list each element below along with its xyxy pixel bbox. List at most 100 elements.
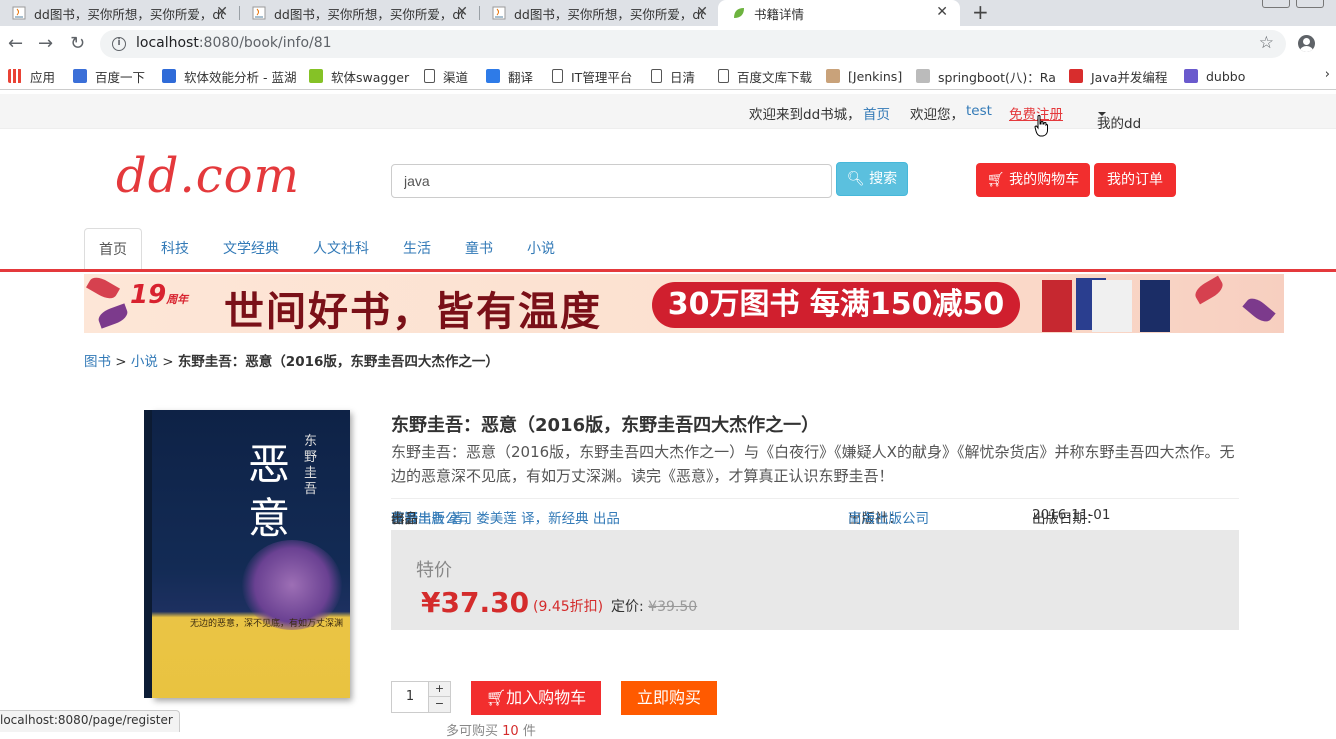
username-link[interactable]: test [966, 103, 992, 119]
java-favicon-icon [12, 6, 26, 20]
back-arrow-icon[interactable]: ← [8, 34, 23, 54]
bookmark-label: 软体swagger [331, 69, 410, 85]
home-link[interactable]: 首页 [863, 103, 890, 123]
browser-tab[interactable]: dd图书，买你所想，买你所爱，dd图书 ✕ [480, 0, 720, 26]
browser-tab[interactable]: dd图书，买你所想，买你所爱，dd图书 ✕ [0, 0, 240, 26]
bookmark-item[interactable]: 应用 [8, 68, 56, 85]
tab-literature[interactable]: 文学经典 [223, 228, 279, 270]
add-to-cart-label: 加入购物车 [506, 688, 587, 707]
bookmark-item[interactable]: 渠道 [424, 68, 468, 85]
tab-life[interactable]: 生活 [403, 228, 431, 270]
account-icon[interactable] [1298, 35, 1315, 52]
anniversary-badge: 19周年 [130, 280, 189, 310]
bookmark-item[interactable]: 软体效能分析 - 蓝湖 [162, 68, 296, 85]
site-logo[interactable]: dd.com [116, 148, 300, 204]
browser-tab-active[interactable]: 书籍详情 ✕ [718, 0, 960, 26]
bookmark-item[interactable]: 百度一下 [73, 68, 145, 85]
add-to-cart-button[interactable]: 🛒︎加入购物车 [471, 681, 601, 715]
book-cover: 恶意 东野圭吾 无边的恶意，深不见底，有如万丈深渊 [144, 410, 350, 698]
dubbo-icon [1184, 69, 1198, 83]
bookmark-star-icon[interactable]: ☆ [1259, 33, 1274, 53]
tab-title: dd图书，买你所想，买你所爱，dd图书 [274, 6, 464, 22]
tab-novel[interactable]: 小说 [527, 228, 555, 270]
page-icon [651, 69, 662, 83]
publisher-link[interactable]: 南海出版公司 [848, 507, 929, 527]
bookmark-label: 日清 [670, 69, 696, 85]
page-icon [424, 69, 435, 83]
bookmark-item[interactable]: 日清 [651, 68, 696, 85]
breadcrumb-root[interactable]: 图书 [84, 354, 111, 370]
bookmark-item[interactable]: 软体swagger [309, 68, 410, 85]
increment-icon[interactable]: + [428, 682, 450, 697]
bookmark-item[interactable]: [Jenkins] [826, 68, 902, 84]
address-bar[interactable]: i localhost:8080/book/info/81 ☆ [100, 30, 1286, 58]
search-icon: 🔍︎ [846, 171, 865, 187]
promo-banner[interactable]: 19周年 世间好书，皆有温度 30万图书 每满150减50 [84, 274, 1284, 333]
browser-tab[interactable]: dd图书，买你所想，买你所爱，dd图书 ✕ [240, 0, 480, 26]
list-price-value: ¥39.50 [648, 599, 698, 615]
more-bookmarks-icon[interactable]: › [1325, 67, 1330, 82]
breadcrumb-separator: > [157, 354, 178, 370]
info-icon[interactable]: i [112, 37, 126, 51]
bookmark-item[interactable]: springboot(八)：Ra [916, 68, 1056, 85]
close-tab-icon[interactable]: ✕ [216, 4, 228, 20]
tab-tech[interactable]: 科技 [161, 228, 189, 270]
cover-tree-illustration [242, 540, 342, 630]
tab-children[interactable]: 童书 [465, 228, 493, 270]
bookmark-item[interactable]: IT管理平台 [552, 68, 633, 85]
new-tab-icon[interactable]: + [972, 0, 989, 26]
tab-title: dd图书，买你所想，买你所爱，dd图书 [514, 6, 704, 22]
breadcrumb-separator: > [111, 354, 131, 370]
banner-slogan: 世间好书，皆有温度 [224, 288, 602, 333]
banner-promo: 30万图书 每满150减50 [652, 282, 1020, 328]
url-text: localhost:8080/book/info/81 [136, 35, 332, 51]
close-tab-icon[interactable]: ✕ [696, 4, 708, 20]
bookmark-label: 百度文库下载 [737, 69, 813, 85]
window-control-icon[interactable] [1296, 0, 1324, 8]
leaf-decoration [96, 303, 130, 329]
welcome-text: 欢迎来到dd书城， [749, 107, 861, 123]
buy-now-button[interactable]: 立即购买 [621, 681, 717, 715]
bookmark-label: IT管理平台 [571, 69, 633, 85]
bookmark-label: 应用 [30, 69, 56, 85]
bookmarks-bar: › 应用 百度一下 软体效能分析 - 蓝湖 软体swagger 渠道 翻译 IT管理平台 日清… [0, 62, 1336, 90]
quantity-value[interactable]: 1 [392, 682, 428, 712]
leaf-decoration [1192, 275, 1226, 305]
page-icon [552, 69, 563, 83]
leaf-favicon-icon [734, 8, 744, 18]
search-button[interactable]: 🔍︎ 搜索 [836, 162, 908, 196]
window-control-icon[interactable] [1262, 0, 1290, 8]
cover-author: 东野圭吾 [304, 434, 318, 497]
bookmark-item[interactable]: dubbo [1184, 68, 1245, 84]
browser-toolbar: ← → ↻ i localhost:8080/book/info/81 ☆ [0, 26, 1336, 62]
bookmark-label: [Jenkins] [848, 68, 903, 84]
cart-button[interactable]: 🛒︎ 我的购物车 [976, 163, 1090, 197]
quantity-stepper[interactable]: 1 + − [391, 681, 451, 713]
breadcrumb: 图书 > 小说 > 东野圭吾：恶意（2016版，东野圭吾四大杰作之一） [84, 350, 499, 370]
forward-arrow-icon[interactable]: → [38, 34, 53, 54]
price-label: 特价 [416, 560, 452, 581]
decrement-icon[interactable]: − [428, 697, 450, 712]
tab-home[interactable]: 首页 [84, 228, 142, 271]
book-description: 东野圭吾：恶意（2016版，东野圭吾四大杰作之一）与《白夜行》《嫌疑人X的献身》… [391, 443, 1235, 485]
book-thumbnail [1140, 280, 1170, 332]
sale-price: ¥37.30 [421, 586, 530, 619]
bookmark-item[interactable]: 翻译 [486, 68, 533, 85]
bookmark-item[interactable]: Java并发编程 [1069, 68, 1167, 85]
search-button-label: 搜索 [869, 171, 898, 187]
book-title: 东野圭吾：恶意（2016版，东野圭吾四大杰作之一） [391, 415, 820, 436]
bookmark-label: dubbo [1206, 68, 1246, 84]
tab-title: dd图书，买你所想，买你所爱，dd图书 [34, 6, 224, 22]
tab-title: 书籍详情 [754, 6, 805, 22]
cover-title: 恶意 [248, 440, 291, 543]
reload-icon[interactable]: ↻ [70, 34, 85, 54]
bookmark-item[interactable]: 百度文库下载 [718, 68, 813, 85]
close-tab-icon[interactable]: ✕ [936, 4, 948, 20]
orders-button[interactable]: 我的订单 [1094, 163, 1176, 197]
globe-icon [916, 69, 930, 83]
close-tab-icon[interactable]: ✕ [456, 4, 468, 20]
tab-humanities[interactable]: 人文社科 [313, 228, 369, 270]
breadcrumb-category[interactable]: 小说 [131, 354, 158, 370]
leaf-decoration [1242, 294, 1276, 326]
search-input[interactable] [391, 164, 832, 198]
